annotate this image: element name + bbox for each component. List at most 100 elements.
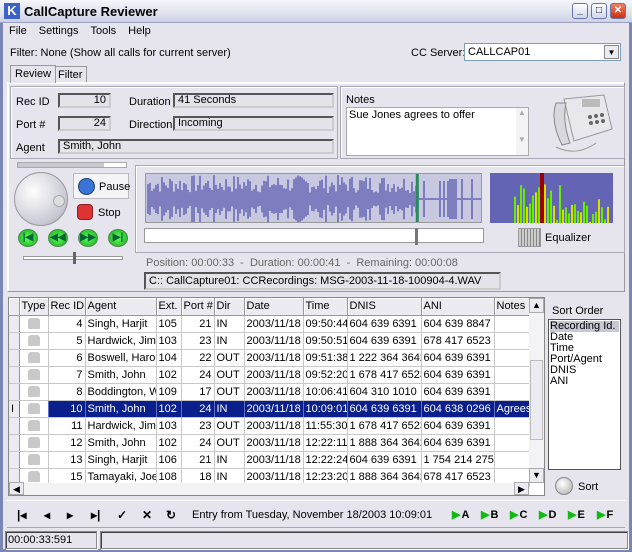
last-record-icon[interactable]: ▸| xyxy=(91,508,100,522)
tab-review[interactable]: Review xyxy=(10,65,57,83)
column-header[interactable]: Notes xyxy=(494,298,530,316)
row-indicator[interactable] xyxy=(9,332,20,350)
position-slider[interactable] xyxy=(144,228,484,245)
waveform[interactable] xyxy=(145,173,482,223)
column-header[interactable]: Time xyxy=(303,298,348,316)
equalizer-button[interactable] xyxy=(518,228,541,247)
chevron-down-icon[interactable]: ▼ xyxy=(604,45,619,59)
row-indicator[interactable] xyxy=(9,417,20,435)
row-indicator[interactable] xyxy=(9,349,20,367)
table-cell: IN xyxy=(214,400,245,418)
marker-d-button[interactable]: ▶D xyxy=(539,508,556,521)
vertical-scrollbar[interactable]: ▲ ▼ xyxy=(529,298,544,483)
file-path: C:: CallCapture01: CCRecordings: MSG-200… xyxy=(144,272,501,290)
table-cell: 11:55:30 xyxy=(303,417,348,435)
marker-label: F xyxy=(606,509,614,521)
cancel-icon[interactable]: ✕ xyxy=(142,508,152,522)
phone-type-icon xyxy=(27,352,40,364)
menu-tools[interactable]: Tools xyxy=(90,25,116,37)
marker-b-button[interactable]: ▶B xyxy=(481,508,498,521)
scroll-up-icon[interactable]: ▲ xyxy=(529,298,544,313)
table-row[interactable]: 4 Singh, Harjit 105 21 IN 2003/11/18 09:50:44 6… xyxy=(9,315,530,333)
row-indicator[interactable] xyxy=(9,434,20,452)
column-header[interactable]: Date xyxy=(244,298,304,316)
scroll-left-icon[interactable]: ◀ xyxy=(9,482,24,495)
table-cell: 7 xyxy=(48,366,86,384)
top-slider[interactable] xyxy=(17,162,127,168)
duration-label: Duration xyxy=(129,96,171,108)
sort-order-list[interactable]: Recording Id. Date Time Port/Agent DNIS ANI xyxy=(548,319,621,470)
equalizer-bar xyxy=(544,184,546,223)
jog-dial[interactable] xyxy=(14,172,68,226)
table-row[interactable]: 12 Smith, John 102 24 OUT 2003/11/18 12:22:11 1… xyxy=(9,434,530,452)
notes-scrollbar[interactable]: ▲ ▼ xyxy=(516,108,528,155)
volume-slider[interactable] xyxy=(23,252,123,264)
rewind-icon[interactable]: ◀◀ xyxy=(48,229,68,247)
table-row[interactable]: 6Boswell, Harold10422OUT2003/11/1809:51:… xyxy=(9,349,530,367)
stop-button[interactable]: Stop xyxy=(73,202,129,224)
row-indicator[interactable] xyxy=(9,315,20,333)
phone-type-icon xyxy=(27,318,40,330)
status-time-panel: 00:00:33:591 xyxy=(5,531,97,549)
column-header[interactable]: DNIS xyxy=(347,298,422,316)
equalizer-bar xyxy=(568,213,570,223)
table-row[interactable]: 7 Smith, John 102 24 OUT 2003/11/18 09:52:20 1 … xyxy=(9,366,530,384)
pause-button[interactable]: Pause xyxy=(73,173,130,199)
table-cell: OUT xyxy=(214,417,245,435)
scroll-thumb[interactable] xyxy=(530,360,543,440)
sort-radio[interactable] xyxy=(555,477,573,495)
table-row[interactable]: 8Boddington, Wes10917OUT2003/11/1810:06:… xyxy=(9,383,530,401)
row-indicator[interactable]: I xyxy=(9,400,20,418)
next-record-icon[interactable]: ▸ xyxy=(67,508,73,522)
table-row[interactable]: I 10 Smith, John 102 24 IN 2003/11/18 10:09:01 6… xyxy=(9,400,530,418)
horizontal-scrollbar[interactable]: ◀ ▶ xyxy=(9,482,529,495)
column-header[interactable]: Dir xyxy=(214,298,245,316)
equalizer-bar xyxy=(559,185,561,223)
column-header[interactable]: Type xyxy=(19,298,49,316)
port-label: Port # xyxy=(16,119,46,131)
column-header[interactable]: Ext. xyxy=(156,298,182,316)
sort-option[interactable]: ANI xyxy=(550,376,619,387)
prev-record-icon[interactable]: ◂ xyxy=(44,508,50,522)
tab-filter[interactable]: Filter xyxy=(53,66,88,83)
equalizer-bar xyxy=(562,209,564,223)
refresh-icon[interactable]: ↻ xyxy=(166,508,176,522)
server-select[interactable]: CALLCAP01 ▼ xyxy=(464,43,621,61)
type-cell xyxy=(19,451,49,469)
row-indicator[interactable] xyxy=(9,451,20,469)
minimize-button[interactable]: _ xyxy=(572,3,588,19)
skip-end-icon[interactable]: ▶| xyxy=(108,229,128,247)
scroll-right-icon[interactable]: ▶ xyxy=(514,482,529,495)
scroll-down-icon[interactable]: ▼ xyxy=(529,468,544,483)
column-header[interactable]: Rec ID xyxy=(48,298,86,316)
phone-icon xyxy=(553,94,613,152)
table-cell: OUT xyxy=(214,349,245,367)
phone-type-icon xyxy=(27,420,40,432)
marker-c-button[interactable]: ▶C xyxy=(510,508,527,521)
marker-e-button[interactable]: ▶E xyxy=(568,508,585,521)
fast-forward-icon[interactable]: ▶▶ xyxy=(78,229,98,247)
row-indicator[interactable] xyxy=(9,383,20,401)
menu-settings[interactable]: Settings xyxy=(39,25,79,37)
table-row[interactable]: 5 Hardwick, Jim 103 23 IN 2003/11/18 09:50:51 6… xyxy=(9,332,530,350)
notes-textarea[interactable]: Sue Jones agrees to offer ▲ ▼ xyxy=(346,107,529,156)
marker-f-button[interactable]: ▶F xyxy=(597,508,613,521)
marker-a-button[interactable]: ▶A xyxy=(452,508,469,521)
phone-type-icon xyxy=(27,335,40,347)
menu-help[interactable]: Help xyxy=(128,25,151,37)
first-record-icon[interactable]: |◂ xyxy=(17,508,26,522)
table-row[interactable]: 11 Hardwick, Jim 103 23 OUT 2003/11/18 11:55:3… xyxy=(9,417,530,435)
skip-start-icon[interactable]: |◀ xyxy=(18,229,38,247)
close-button[interactable]: ✕ xyxy=(610,3,626,19)
check-icon[interactable]: ✓ xyxy=(117,508,127,522)
marker-label: C xyxy=(519,509,528,521)
column-header[interactable]: Port # xyxy=(181,298,215,316)
table-cell: 2003/11/18 xyxy=(244,315,304,333)
maximize-button[interactable]: □ xyxy=(591,3,607,19)
table-row[interactable]: 13 Singh, Harjit 106 21 IN 2003/11/18 12:22:24… xyxy=(9,451,530,469)
column-header[interactable]: ANI xyxy=(421,298,495,316)
table-cell: 604 639 6391 xyxy=(421,366,495,384)
row-indicator[interactable] xyxy=(9,366,20,384)
column-header[interactable]: Agent xyxy=(85,298,157,316)
menu-file[interactable]: File xyxy=(9,25,27,37)
